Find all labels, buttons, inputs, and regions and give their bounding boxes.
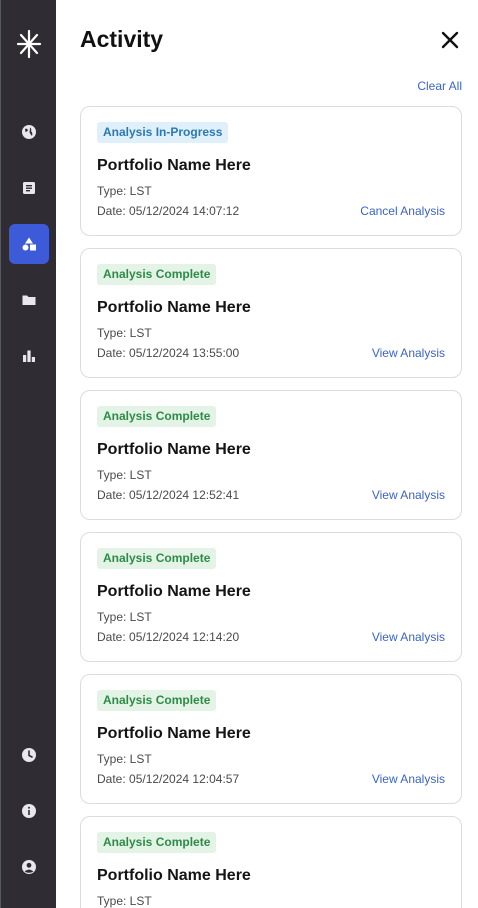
view-analysis-link[interactable]: View Analysis: [372, 630, 445, 644]
nav-item-history[interactable]: [9, 735, 49, 775]
analysis-date: Date: 05/12/2024 13:55:00: [97, 346, 240, 360]
activity-card: Analysis In-Progress Portfolio Name Here…: [80, 106, 462, 236]
analysis-date: Date: 05/12/2024 12:14:20: [97, 630, 240, 644]
activity-panel: Activity Clear All Analysis In-Progress …: [56, 0, 478, 908]
portfolio-name: Portfolio Name Here: [97, 867, 251, 884]
close-icon[interactable]: [439, 29, 461, 51]
status-badge: Analysis Complete: [97, 264, 217, 285]
portfolio-name: Portfolio Name Here: [97, 583, 251, 600]
status-badge: Analysis Complete: [97, 832, 217, 853]
analysis-type: Type: LST: [97, 468, 152, 482]
status-badge: Analysis Complete: [97, 406, 217, 427]
info-icon: [22, 804, 36, 818]
portfolio-name: Portfolio Name Here: [97, 441, 251, 458]
activity-card: Analysis Complete Portfolio Name Here Ty…: [80, 532, 462, 662]
status-badge: Analysis In-Progress: [97, 122, 229, 143]
analysis-type: Type: LST: [97, 326, 152, 340]
shapes-icon: [22, 237, 36, 251]
activity-card: Analysis Complete Portfolio Name Here Ty…: [80, 674, 462, 804]
nav-item-charts[interactable]: [9, 336, 49, 376]
panel-title: Activity: [80, 26, 164, 52]
nav-item-folder[interactable]: [9, 280, 49, 320]
bar-chart-icon: [23, 350, 35, 362]
nav-item-globe[interactable]: [9, 112, 49, 152]
analysis-type: Type: LST: [97, 894, 152, 908]
activity-card: Analysis Complete Portfolio Name Here Ty…: [80, 816, 462, 908]
portfolio-name: Portfolio Name Here: [97, 299, 251, 316]
status-badge: Analysis Complete: [97, 690, 217, 711]
analysis-type: Type: LST: [97, 610, 152, 624]
clock-icon: [22, 748, 36, 762]
nav-item-shapes[interactable]: [9, 224, 49, 264]
nav-rail: [0, 0, 56, 908]
analysis-date: Date: 05/12/2024 14:07:12: [97, 204, 240, 218]
analysis-type: Type: LST: [97, 752, 152, 766]
analysis-date: Date: 05/12/2024 12:04:57: [97, 772, 240, 786]
document-icon: [23, 182, 35, 194]
view-analysis-link[interactable]: View Analysis: [372, 772, 445, 786]
nav-item-account[interactable]: [9, 847, 49, 887]
folder-icon: [22, 295, 36, 305]
status-badge: Analysis Complete: [97, 548, 217, 569]
activity-card: Analysis Complete Portfolio Name Here Ty…: [80, 248, 462, 378]
account-icon: [22, 860, 36, 874]
nav-item-info[interactable]: [9, 791, 49, 831]
analysis-type: Type: LST: [97, 184, 152, 198]
cancel-analysis-link[interactable]: Cancel Analysis: [360, 204, 445, 218]
globe-icon: [22, 125, 36, 139]
portfolio-name: Portfolio Name Here: [97, 725, 251, 742]
analysis-date: Date: 05/12/2024 12:52:41: [97, 488, 240, 502]
nav-item-documents[interactable]: [9, 168, 49, 208]
view-analysis-link[interactable]: View Analysis: [372, 346, 445, 360]
view-analysis-link[interactable]: View Analysis: [372, 488, 445, 502]
activity-card: Analysis Complete Portfolio Name Here Ty…: [80, 390, 462, 520]
logo-icon: [16, 29, 42, 59]
portfolio-name: Portfolio Name Here: [97, 157, 251, 174]
clear-all-button[interactable]: Clear All: [417, 79, 462, 93]
